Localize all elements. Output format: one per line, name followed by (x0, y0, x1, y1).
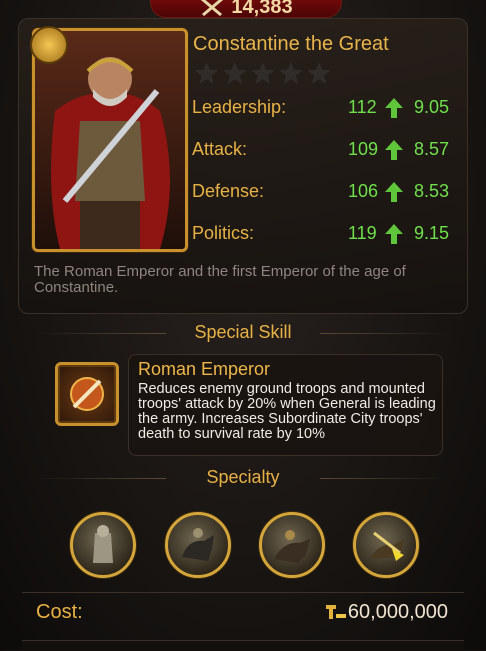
stat-label: Leadership: (192, 97, 287, 117)
crest-icon (30, 26, 68, 64)
star-rating: ★ ★ ★ ★ ★ (194, 60, 332, 88)
gold-coin-icon (326, 605, 346, 619)
up-arrow-icon (385, 140, 403, 160)
up-arrow-icon (385, 98, 403, 118)
star-icon: ★ (306, 58, 332, 89)
stat-attack: Attack: 109 8.57 (192, 139, 458, 165)
power-value: 14,383 (231, 0, 293, 18)
special-skill-title: Special Skill (0, 322, 486, 343)
star-icon: ★ (194, 58, 220, 89)
stat-value: 112 (348, 97, 377, 117)
skill-name: Roman Emperor (138, 359, 271, 379)
up-arrow-icon (385, 224, 403, 244)
stat-defense: Defense: 106 8.53 (192, 181, 458, 207)
stat-label: Attack: (192, 139, 248, 159)
cost-divider (22, 592, 464, 593)
cavalry-icon[interactable] (165, 512, 231, 578)
cost-label: Cost: (36, 601, 83, 623)
star-icon: ★ (250, 58, 276, 89)
stat-growth: 8.53 (414, 181, 450, 201)
stat-value: 119 (348, 223, 377, 243)
cost-value: 60,000,000 (347, 601, 448, 623)
crossed-swords-icon (201, 0, 224, 17)
general-name: Constantine the Great (193, 33, 389, 55)
bottom-bar (22, 640, 464, 651)
general-description: The Roman Emperor and the first Emperor … (34, 263, 406, 296)
roman-emperor-skill-icon[interactable] (55, 362, 119, 426)
stat-politics: Politics: 119 9.15 (192, 223, 458, 249)
stat-label: Politics: (192, 223, 255, 243)
infantry-icon[interactable] (70, 512, 136, 578)
up-arrow-icon (385, 182, 403, 202)
stat-value: 109 (348, 139, 379, 159)
stat-value: 106 (348, 181, 379, 201)
specialty-title: Specialty (0, 467, 486, 488)
skill-description: Reduces enemy ground troops and mounted … (138, 381, 436, 442)
star-icon: ★ (222, 58, 248, 89)
stat-growth: 9.05 (414, 97, 450, 117)
stat-growth: 8.57 (414, 139, 450, 159)
stat-leadership: Leadership: 112 9.05 (192, 97, 458, 123)
lancer-icon[interactable] (353, 512, 419, 578)
stat-label: Defense: (192, 181, 265, 201)
stat-growth: 9.15 (414, 223, 450, 243)
mounted-knight-icon[interactable] (259, 512, 325, 578)
star-icon: ★ (278, 58, 304, 89)
power-banner: 14,383 (150, 0, 342, 18)
